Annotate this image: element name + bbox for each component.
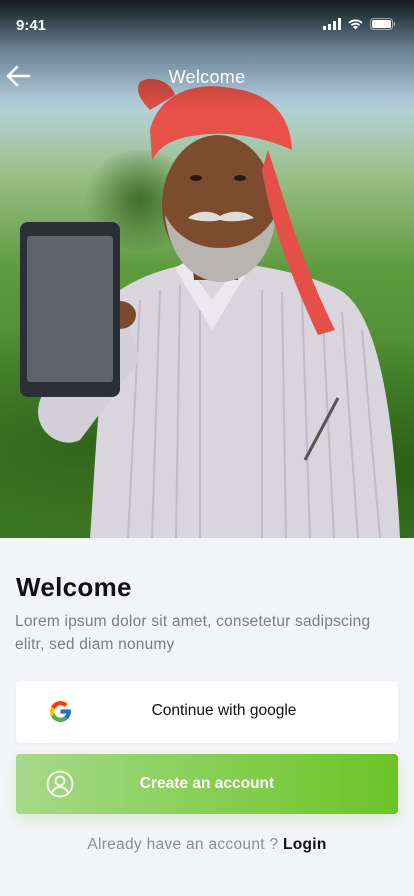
login-prompt-row: Already have an account ? Login [0, 836, 414, 854]
status-icons [323, 18, 396, 30]
page-title: Welcome [16, 572, 132, 602]
google-button-label: Continue with google [151, 702, 297, 719]
battery-icon [370, 18, 396, 30]
status-time: 9:41 [16, 17, 47, 34]
continue-with-google-button[interactable]: Continue with google [16, 681, 398, 743]
description-text: Lorem ipsum dolor sit amet, consetetur s… [15, 613, 371, 653]
wifi-icon [348, 19, 363, 30]
cellular-signal-icon [323, 18, 341, 30]
login-link[interactable]: Login [283, 836, 327, 853]
nav-title: Welcome [168, 67, 246, 87]
login-prompt-text: Already have an account ? [87, 836, 279, 853]
welcome-panel: Welcome Lorem ipsum dolor sit amet, cons… [0, 538, 414, 896]
status-bar: 9:41 [0, 0, 414, 50]
create-account-label: Create an account [139, 775, 275, 792]
create-account-button[interactable]: Create an account [16, 754, 398, 814]
